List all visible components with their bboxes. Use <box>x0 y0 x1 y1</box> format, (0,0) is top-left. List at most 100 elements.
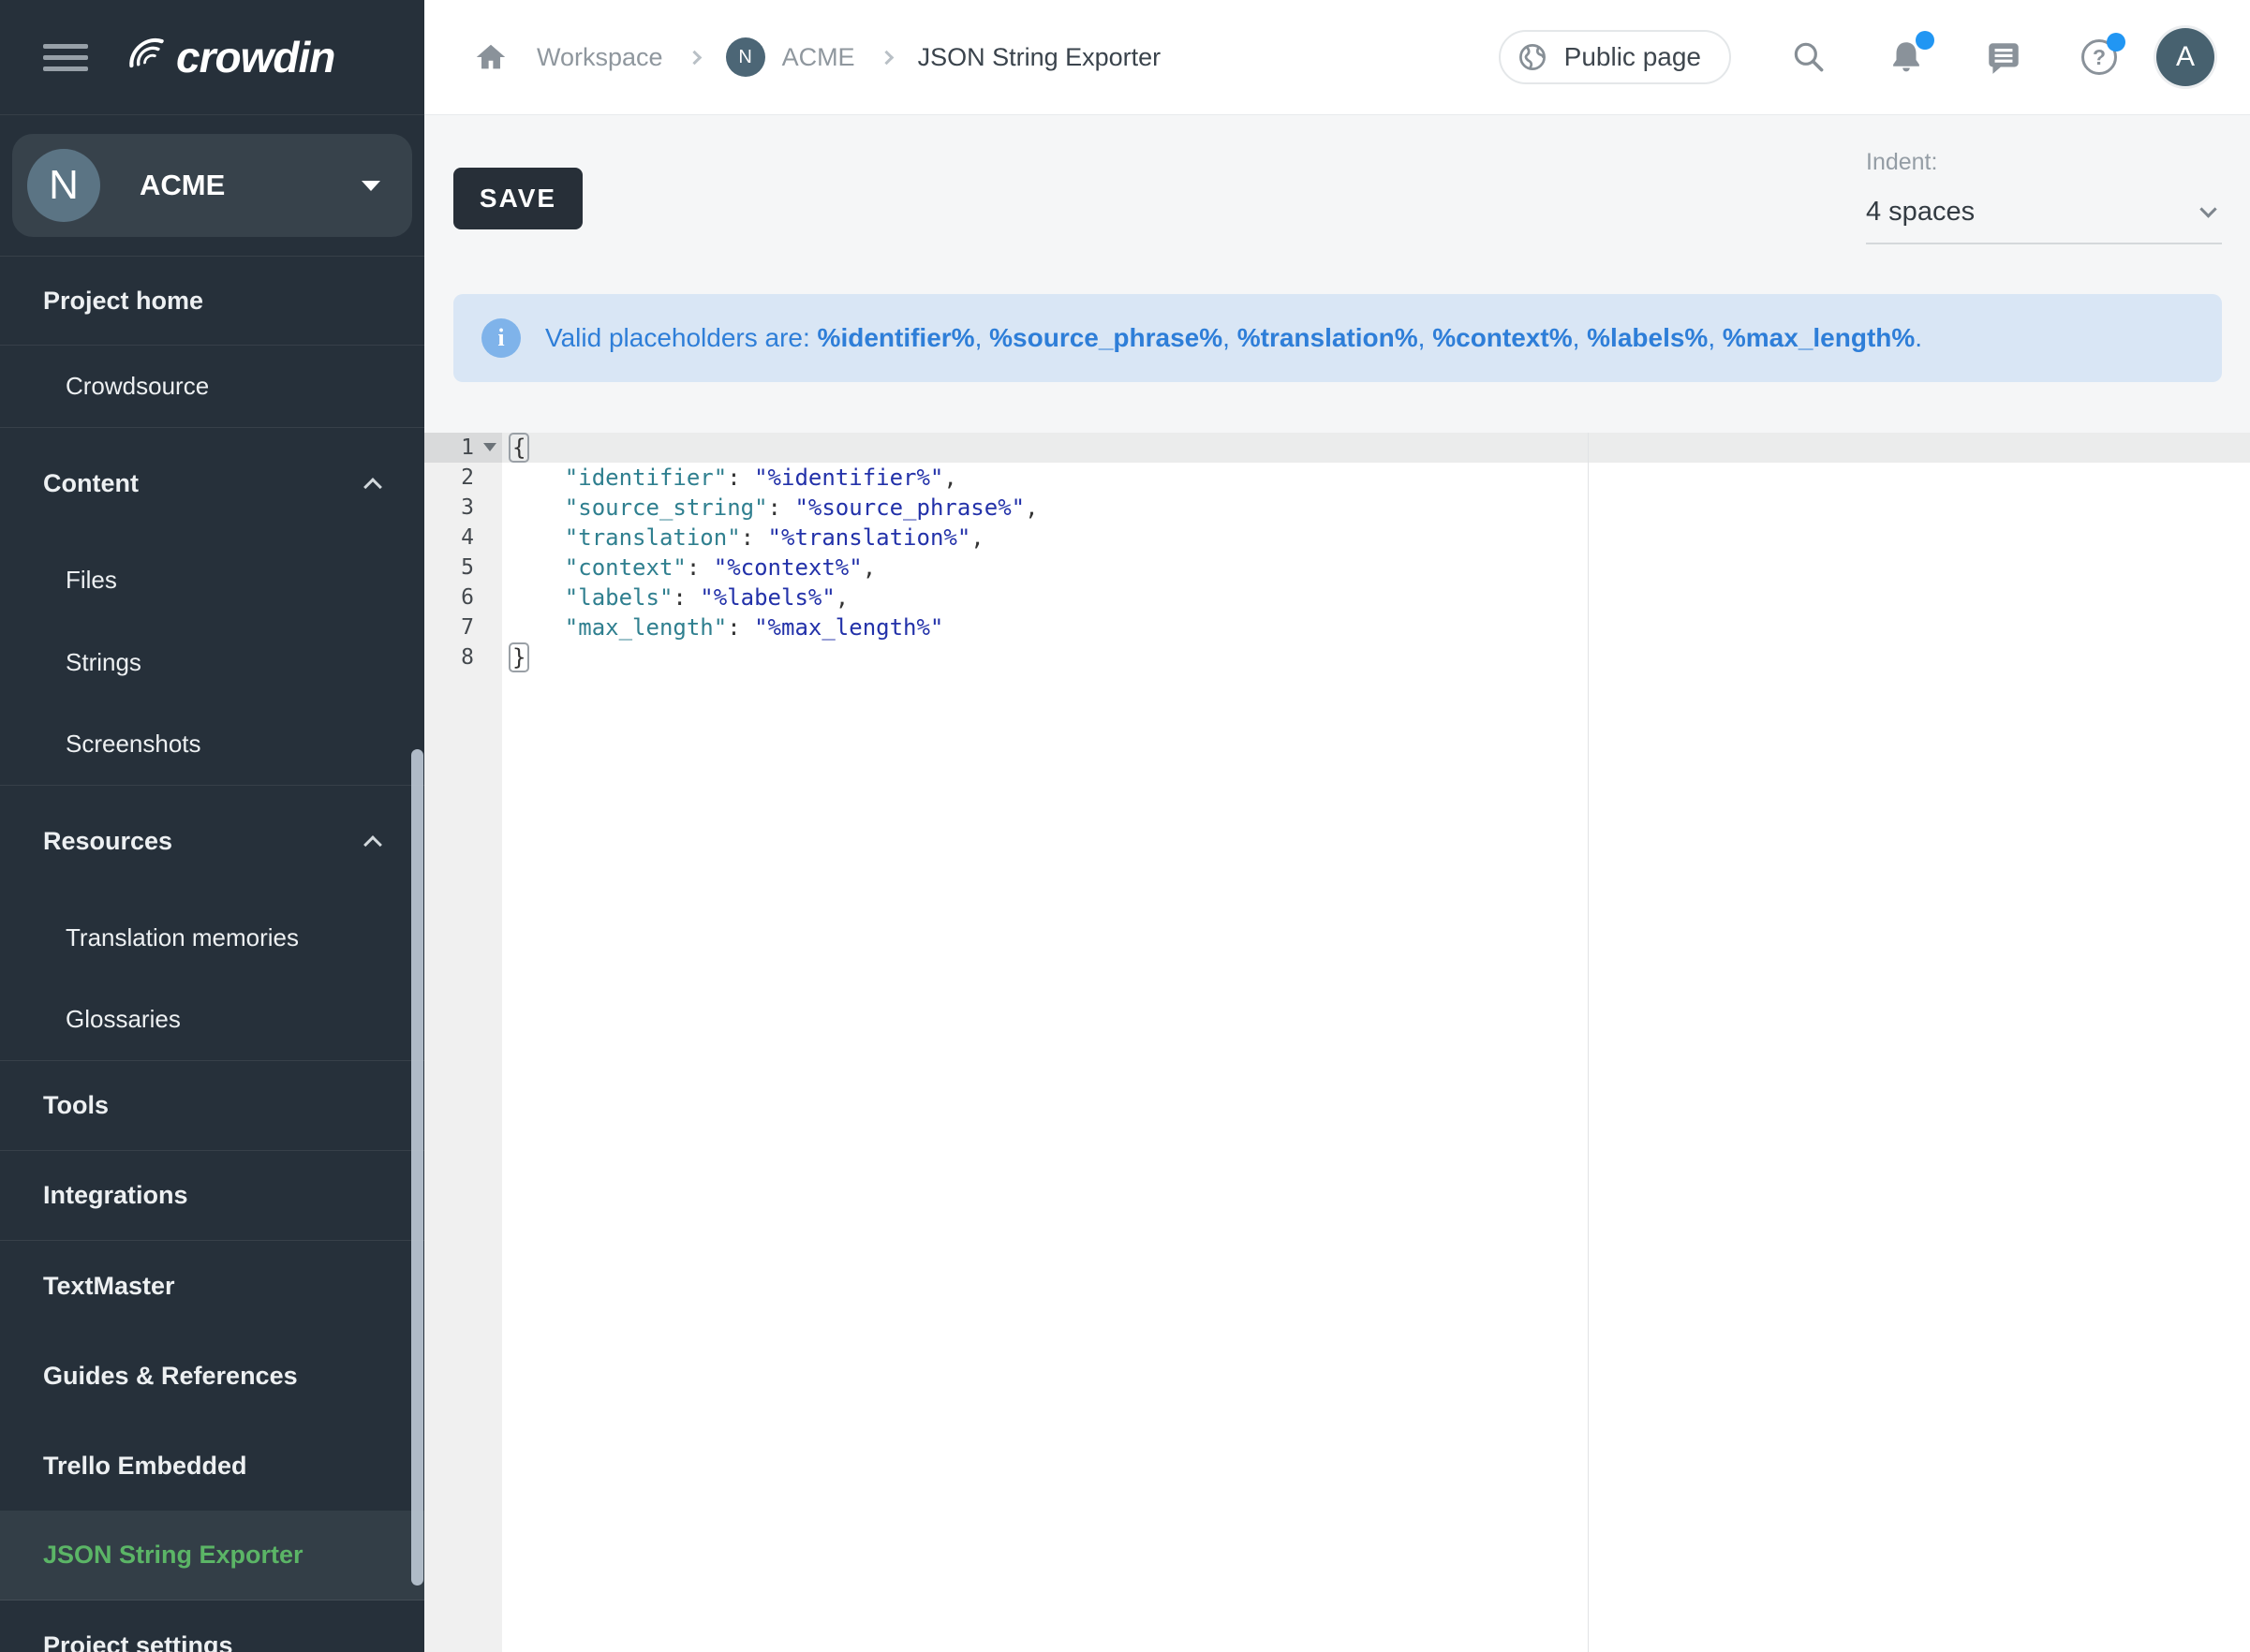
sidebar-item-label: Integrations <box>43 1181 188 1210</box>
breadcrumb-label: Workspace <box>537 43 663 72</box>
json-punctuation: , <box>863 554 876 581</box>
gutter-line-number-1: 1 <box>424 433 502 463</box>
sidebar-item-label: Crowdsource <box>66 372 209 401</box>
sidebar-item-tools[interactable]: Tools <box>0 1061 424 1151</box>
sidebar-item-label: Guides & References <box>43 1362 298 1391</box>
sidebar-item-resources[interactable]: Resources <box>0 786 424 896</box>
sidebar-item-label: Glossaries <box>66 1005 181 1034</box>
json-punctuation <box>511 584 565 611</box>
sidebar-item-label: Files <box>66 566 117 595</box>
globe-icon <box>1516 40 1549 74</box>
notifications-button[interactable] <box>1887 37 1926 77</box>
breadcrumb-item-workspace[interactable]: Workspace <box>537 43 663 72</box>
sidebar-item-trello-embedded[interactable]: Trello Embedded <box>0 1421 424 1511</box>
json-punctuation <box>511 614 565 641</box>
org-avatar: N <box>27 149 100 222</box>
json-punctuation <box>511 465 565 491</box>
help-badge <box>2107 33 2125 52</box>
chat-icon <box>1984 37 2023 77</box>
sidebar-item-label: Content <box>43 469 139 498</box>
sidebar-item-content[interactable]: Content <box>0 428 424 538</box>
public-page-button[interactable]: Public page <box>1499 30 1731 84</box>
json-value: "%source_phrase%" <box>794 494 1025 521</box>
sidebar-item-label: Trello Embedded <box>43 1452 247 1481</box>
sidebar-item-label: Screenshots <box>66 730 201 759</box>
code-line-3: "source_string": "%source_phrase%", <box>502 493 2250 523</box>
sidebar-scrollbar[interactable] <box>411 749 423 1586</box>
sidebar-item-files[interactable]: Files <box>0 538 424 621</box>
messages-button[interactable] <box>1984 37 2023 77</box>
sidebar-item-crowdsource[interactable]: Crowdsource <box>0 346 424 428</box>
json-value: "%translation%" <box>768 524 971 551</box>
breadcrumb-label: ACME <box>782 43 855 72</box>
editor-code-area[interactable]: { "identifier": "%identifier%", "source_… <box>502 433 2250 1652</box>
indent-select[interactable]: 4 spaces <box>1866 197 2222 228</box>
json-key: "context" <box>565 554 687 581</box>
main-column: WorkspaceNACMEJSON String Exporter Publi… <box>424 0 2250 1652</box>
chevron-down-icon <box>2199 200 2216 217</box>
code-line-6: "labels": "%labels%", <box>502 583 2250 612</box>
breadcrumb: WorkspaceNACMEJSON String Exporter <box>537 37 1499 77</box>
banner-text: Valid placeholders are: %identifier%, %s… <box>545 323 1922 353</box>
breadcrumb-item-acme[interactable]: N ACME <box>726 37 855 77</box>
hamburger-menu-icon[interactable] <box>43 44 88 71</box>
json-punctuation: , <box>1025 494 1038 521</box>
gutter-line-number-5: 5 <box>424 553 502 583</box>
sidebar-item-project-settings[interactable]: Project settings <box>0 1600 424 1652</box>
json-key: "source_string" <box>565 494 768 521</box>
sidebar-item-label: JSON String Exporter <box>43 1541 303 1570</box>
sidebar-item-glossaries[interactable]: Glossaries <box>0 979 424 1061</box>
sidebar-item-label: Resources <box>43 827 172 856</box>
indent-label: Indent: <box>1866 148 2222 176</box>
toolbar: SAVE Indent: 4 spaces <box>424 115 2250 244</box>
json-punctuation: : <box>768 494 795 521</box>
print-margin-line <box>1588 433 1589 1652</box>
json-value: "%labels%" <box>700 584 836 611</box>
user-avatar[interactable]: A <box>2156 28 2214 86</box>
json-key: "labels" <box>565 584 674 611</box>
code-line-7: "max_length": "%max_length%" <box>502 612 2250 642</box>
chevron-up-icon <box>363 478 382 496</box>
sidebar-item-translation-memories[interactable]: Translation memories <box>0 896 424 979</box>
json-key: "identifier" <box>565 465 727 491</box>
gutter-line-number-6: 6 <box>424 583 502 612</box>
json-punctuation <box>511 494 565 521</box>
save-button[interactable]: SAVE <box>453 168 583 229</box>
sidebar-item-textmaster[interactable]: TextMaster <box>0 1241 424 1331</box>
crowdin-logo[interactable]: crowdin <box>122 32 334 82</box>
project-avatar: N <box>726 37 765 77</box>
json-punctuation: : <box>741 524 768 551</box>
sidebar-item-integrations[interactable]: Integrations <box>0 1151 424 1241</box>
json-punctuation: , <box>970 524 984 551</box>
json-punctuation: , <box>943 465 956 491</box>
search-icon <box>1789 37 1828 77</box>
gutter-line-number-4: 4 <box>424 523 502 553</box>
editor-gutter: 12345678 <box>424 433 502 1652</box>
code-line-2: "identifier": "%identifier%", <box>502 463 2250 493</box>
fold-toggle-icon[interactable] <box>483 443 496 451</box>
info-banner: i Valid placeholders are: %identifier%, … <box>453 294 2222 382</box>
json-value: "%context%" <box>714 554 863 581</box>
public-page-label: Public page <box>1564 42 1701 72</box>
topbar-actions: Public page <box>1499 28 2214 86</box>
indent-control: Indent: 4 spaces <box>1866 148 2222 244</box>
sidebar-item-guides-references[interactable]: Guides & References <box>0 1331 424 1421</box>
json-punctuation: : <box>727 465 754 491</box>
notification-badge <box>1916 31 1934 50</box>
json-key: "translation" <box>565 524 741 551</box>
sidebar-item-label: Translation memories <box>66 923 299 952</box>
sidebar-item-json-string-exporter[interactable]: JSON String Exporter <box>0 1511 424 1600</box>
sidebar-item-project-home[interactable]: Project home <box>0 257 424 346</box>
sidebar-nav: Project home Crowdsource Content Files Strin… <box>0 256 424 1652</box>
sidebar-item-screenshots[interactable]: Screenshots <box>0 703 424 786</box>
caret-down-icon <box>362 181 380 191</box>
search-button[interactable] <box>1789 37 1828 77</box>
help-button[interactable]: ? <box>2081 39 2117 75</box>
crowdin-logo-text: crowdin <box>176 32 334 82</box>
sidebar-item-label: Project home <box>43 287 203 316</box>
json-punctuation: : <box>673 584 700 611</box>
org-selector[interactable]: N ACME <box>12 134 412 237</box>
sidebar-item-strings[interactable]: Strings <box>0 621 424 703</box>
home-icon[interactable] <box>473 39 509 75</box>
code-editor: 12345678 { "identifier": "%identifier%",… <box>424 433 2250 1652</box>
